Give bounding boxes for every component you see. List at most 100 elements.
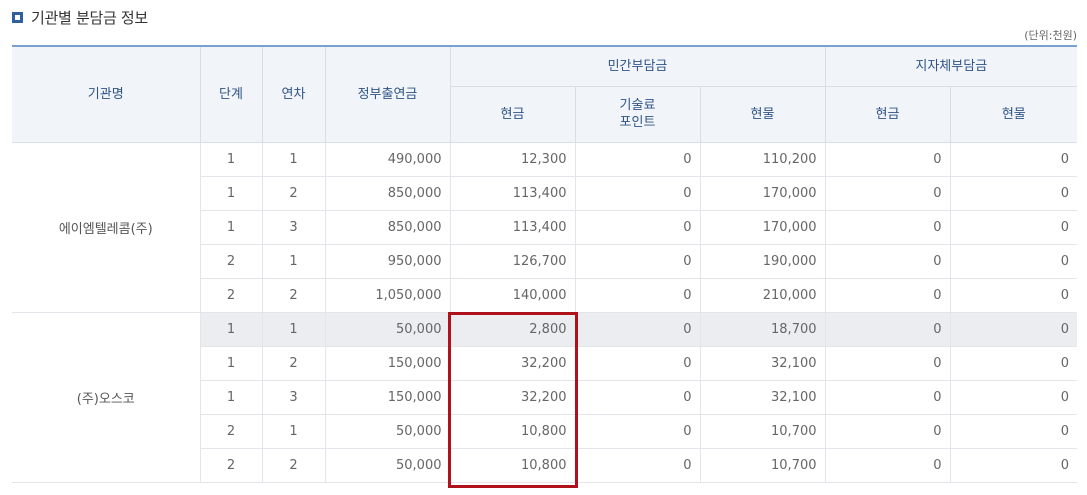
gov-cell: 850,000 [324,209,451,245]
private-inkind-cell: 32,100 [699,345,826,381]
private-tech-cell: 0 [574,311,701,347]
private-tech-cell: 0 [574,345,701,381]
private-inkind-cell: 10,700 [699,447,826,483]
gov-cell: 50,000 [324,311,451,347]
year-cell: 3 [261,209,326,245]
table-row-hovered: (주)오스코 1 1 50,000 2,800 0 18,700 0 0 [12,311,1078,483]
gov-cell: 490,000 [324,141,451,177]
local-cash-cell: 0 [824,277,951,313]
private-tech-cell: 0 [574,447,701,483]
private-inkind-cell: 10,700 [699,413,826,449]
org-cell: (주)오스코 [12,311,201,483]
local-cash-cell: 0 [824,141,951,177]
year-cell: 2 [261,175,326,211]
private-cash-cell: 10,800 [449,447,576,483]
contribution-table: 기관명 단계 연차 정부출연금 민간부담금 지자체부담금 현금 기술료 포인트 … [12,45,1078,483]
private-tech-cell: 0 [574,277,701,313]
private-inkind-cell: 170,000 [699,209,826,245]
local-inkind-cell: 0 [949,379,1078,415]
private-cash-cell: 12,300 [449,141,576,177]
local-inkind-cell: 0 [949,209,1078,245]
stage-cell: 2 [200,277,263,313]
stage-cell: 1 [200,379,263,415]
header-private-tech: 기술료 포인트 [574,85,701,143]
gov-cell: 50,000 [324,413,451,449]
local-cash-cell: 0 [824,345,951,381]
private-inkind-cell: 170,000 [699,175,826,211]
year-cell: 2 [261,447,326,483]
local-cash-cell: 0 [824,379,951,415]
header-private-tech-line2: 포인트 [619,115,656,130]
stage-cell: 1 [199,141,263,177]
section-header: 기관별 분담금 정보 [12,6,148,28]
local-inkind-cell: 0 [949,243,1078,279]
private-inkind-cell: 110,200 [699,141,826,177]
header-local-group: 지자체부담금 [824,45,1078,87]
private-tech-cell: 0 [574,209,701,245]
private-tech-cell: 0 [574,175,701,211]
header-private-group: 민간부담금 [449,45,826,87]
local-cash-cell: 0 [824,175,951,211]
year-cell: 2 [261,277,326,313]
stage-cell: 1 [200,345,263,381]
local-inkind-cell: 0 [949,141,1078,177]
section-title: 기관별 분담금 정보 [31,8,148,27]
stage-cell: 1 [200,209,263,245]
header-year: 연차 [261,45,326,143]
private-cash-cell: 32,200 [449,379,576,415]
square-bullet-icon [12,11,23,23]
private-inkind-cell: 190,000 [699,243,826,279]
unit-label: (단위:천원) [1024,29,1077,42]
private-inkind-cell: 18,700 [699,311,826,347]
stage-cell: 1 [200,175,263,211]
private-cash-cell: 113,400 [449,175,576,211]
year-cell: 2 [261,345,326,381]
gov-cell: 950,000 [324,243,451,279]
year-cell: 1 [261,311,326,347]
year-cell: 1 [261,413,326,449]
year-cell: 1 [261,243,326,279]
private-cash-cell: 32,200 [449,345,576,381]
gov-cell: 50,000 [324,447,451,483]
private-inkind-cell: 32,100 [699,379,826,415]
local-inkind-cell: 0 [949,175,1078,211]
stage-cell: 1 [199,311,263,347]
gov-cell: 850,000 [324,175,451,211]
local-inkind-cell: 0 [949,311,1078,347]
header-private-cash: 현금 [450,85,576,143]
gov-cell: 150,000 [324,379,451,415]
header-private-tech-line1: 기술료 [619,98,656,113]
header-gov: 정부출연금 [324,45,451,143]
private-tech-cell: 0 [574,413,701,449]
local-cash-cell: 0 [824,447,951,483]
private-tech-cell: 0 [574,379,701,415]
table-row: 에이엠텔레콤(주) 1 1 490,000 12,300 0 110,200 0… [12,141,1078,313]
stage-cell: 2 [200,413,263,449]
year-cell: 1 [261,141,326,177]
private-cash-cell: 2,800 [449,311,576,347]
local-cash-cell: 0 [824,311,951,347]
year-cell: 3 [261,379,326,415]
stage-cell: 2 [200,447,263,483]
gov-cell: 1,050,000 [324,277,451,313]
private-cash-cell: 113,400 [449,209,576,245]
gov-cell: 150,000 [324,345,451,381]
header-local-inkind: 현물 [949,85,1078,143]
local-inkind-cell: 0 [949,447,1078,483]
private-inkind-cell: 210,000 [699,277,826,313]
header-stage: 단계 [199,45,263,143]
local-cash-cell: 0 [824,243,951,279]
private-tech-cell: 0 [574,141,701,177]
private-cash-cell: 126,700 [449,243,576,279]
local-cash-cell: 0 [824,413,951,449]
stage-cell: 2 [200,243,263,279]
header-local-cash: 현금 [824,85,951,143]
local-cash-cell: 0 [824,209,951,245]
org-cell: 에이엠텔레콤(주) [12,141,201,313]
local-inkind-cell: 0 [949,345,1078,381]
local-inkind-cell: 0 [949,413,1078,449]
header-org: 기관명 [12,45,201,143]
header-private-inkind: 현물 [699,85,826,143]
private-cash-cell: 140,000 [449,277,576,313]
private-cash-cell: 10,800 [449,413,576,449]
